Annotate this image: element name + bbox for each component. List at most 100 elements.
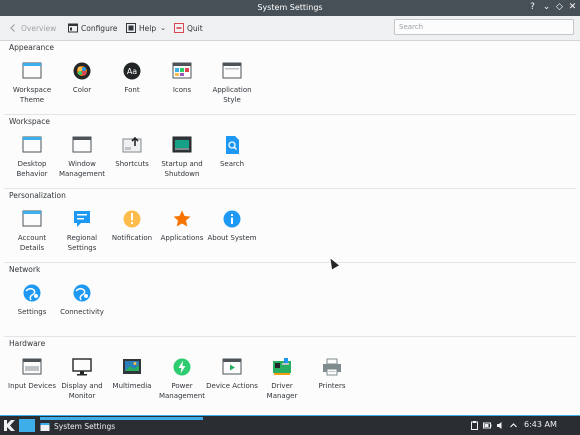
configure-label: Configure (81, 23, 118, 33)
chevron-down-icon: ⌄ (160, 24, 166, 32)
quit-icon (174, 23, 184, 33)
section-header: Hardware (9, 339, 46, 348)
item-label: Window Management (58, 160, 106, 178)
item-label: Display and Monitor (61, 382, 103, 400)
item-account-details[interactable]: Account Details (6, 209, 58, 253)
item-network-settings[interactable]: Settings (6, 283, 58, 318)
search-icon (226, 136, 239, 154)
item-power-management[interactable]: Power Management (156, 357, 208, 401)
quit-label: Quit (187, 23, 203, 33)
network-settings-icon (23, 284, 41, 302)
item-font[interactable]: Aa Font (106, 61, 158, 96)
device-actions-icon (222, 358, 242, 375)
clipboard-icon[interactable] (470, 421, 479, 430)
item-multimedia[interactable]: Multimedia (106, 357, 158, 392)
show-desktop-icon[interactable] (19, 419, 35, 432)
multimedia-icon (123, 359, 141, 374)
item-input-devices[interactable]: Input Devices (6, 357, 58, 392)
font-icon: Aa (123, 62, 141, 80)
item-about-system[interactable]: About System (206, 209, 258, 244)
item-label: Device Actions (206, 382, 258, 390)
item-label: Account Details (17, 234, 47, 252)
item-label: Connectivity (60, 308, 104, 316)
window-title: System Settings (257, 3, 323, 12)
section-header: Personalization (9, 191, 66, 200)
application-style-icon (222, 62, 242, 79)
item-applications[interactable]: Applications (156, 209, 208, 244)
item-device-actions[interactable]: Device Actions (206, 357, 258, 392)
notification-icon (123, 210, 141, 228)
power-management-icon (173, 358, 191, 376)
quit-button[interactable]: Quit (174, 21, 203, 35)
section-appearance: Appearance Workspace Theme Color Aa Font… (4, 41, 578, 115)
item-desktop-behavior[interactable]: Desktop Behavior (6, 135, 58, 179)
toolbar: Overview Configure Help ⌄ Quit (0, 16, 580, 41)
battery-icon[interactable] (483, 421, 492, 430)
section-network: Network Settings Connectivity (4, 263, 578, 337)
input-devices-icon (22, 358, 42, 375)
item-search[interactable]: Search (206, 135, 258, 170)
item-label: Shortcuts (115, 160, 149, 168)
item-display-monitor[interactable]: Display and Monitor (56, 357, 108, 401)
applications-star-icon (173, 210, 191, 227)
item-label: Workspace Theme (12, 86, 52, 104)
item-label: Applications (160, 234, 204, 242)
item-startup-shutdown[interactable]: Startup and Shutdown (156, 135, 208, 179)
regional-settings-icon (74, 211, 90, 227)
configure-icon (68, 23, 78, 33)
system-tray-expand-icon[interactable] (509, 421, 518, 430)
item-label: Search (219, 160, 245, 168)
item-label: Input Devices (8, 382, 56, 390)
section-header: Appearance (9, 43, 55, 52)
maximize-button[interactable]: ◇ (554, 2, 565, 13)
item-color[interactable]: Color (56, 61, 108, 96)
item-window-management[interactable]: Window Management (56, 135, 108, 179)
item-label: Printers (318, 382, 346, 390)
section-personalization: Personalization Account Details Regional… (4, 189, 578, 263)
item-label: Multimedia (112, 382, 152, 390)
title-bar: System Settings ? ⌄ ◇ ✕ (0, 0, 580, 16)
display-monitor-icon (72, 358, 92, 376)
item-application-style[interactable]: Application Style (206, 61, 258, 105)
clock[interactable]: 6:43 AM (524, 420, 557, 429)
driver-manager-icon (273, 358, 291, 375)
minimize-button[interactable]: ⌄ (541, 2, 552, 13)
item-label: Settings (17, 308, 47, 316)
item-label: Regional Settings (66, 234, 98, 252)
taskbar-item-system-settings[interactable]: System Settings (40, 420, 115, 433)
item-label: Desktop Behavior (16, 160, 48, 178)
search-input[interactable] (394, 19, 574, 35)
item-label: About System (207, 234, 257, 242)
system-settings-icon (40, 422, 50, 431)
task-label: System Settings (54, 422, 116, 431)
item-shortcuts[interactable]: Shortcuts (106, 135, 158, 170)
section-hardware: Hardware Input Devices Display and Monit… (4, 337, 578, 415)
help-menu-button[interactable]: Help ⌄ (126, 21, 166, 35)
item-notification[interactable]: Notification (106, 209, 158, 244)
close-button[interactable]: ✕ (567, 2, 578, 13)
item-icons[interactable]: Icons (156, 61, 208, 96)
item-driver-manager[interactable]: Driver Manager (256, 357, 308, 401)
item-label: Notification (111, 234, 153, 242)
back-arrow-icon (10, 24, 15, 32)
workspace-theme-icon (22, 62, 42, 79)
desktop-behavior-icon (22, 136, 42, 153)
about-system-icon (223, 210, 241, 228)
overview-button[interactable]: Overview (8, 21, 56, 35)
svg-text:Aa: Aa (127, 67, 137, 76)
item-workspace-theme[interactable]: Workspace Theme (6, 61, 58, 105)
item-printers[interactable]: Printers (306, 357, 358, 392)
help-title-button[interactable]: ? (527, 2, 538, 13)
item-connectivity[interactable]: Connectivity (56, 283, 108, 318)
icons-icon (172, 62, 192, 79)
item-regional-settings[interactable]: Regional Settings (56, 209, 108, 253)
item-label: Driver Manager (266, 382, 298, 400)
window-management-icon (72, 136, 92, 153)
application-launcher-icon[interactable] (3, 419, 16, 432)
startup-shutdown-icon (172, 136, 192, 153)
configure-button[interactable]: Configure (68, 21, 117, 35)
volume-icon[interactable] (496, 421, 505, 430)
connectivity-icon (73, 284, 91, 302)
account-details-icon (22, 210, 42, 227)
section-header: Workspace (9, 117, 50, 126)
